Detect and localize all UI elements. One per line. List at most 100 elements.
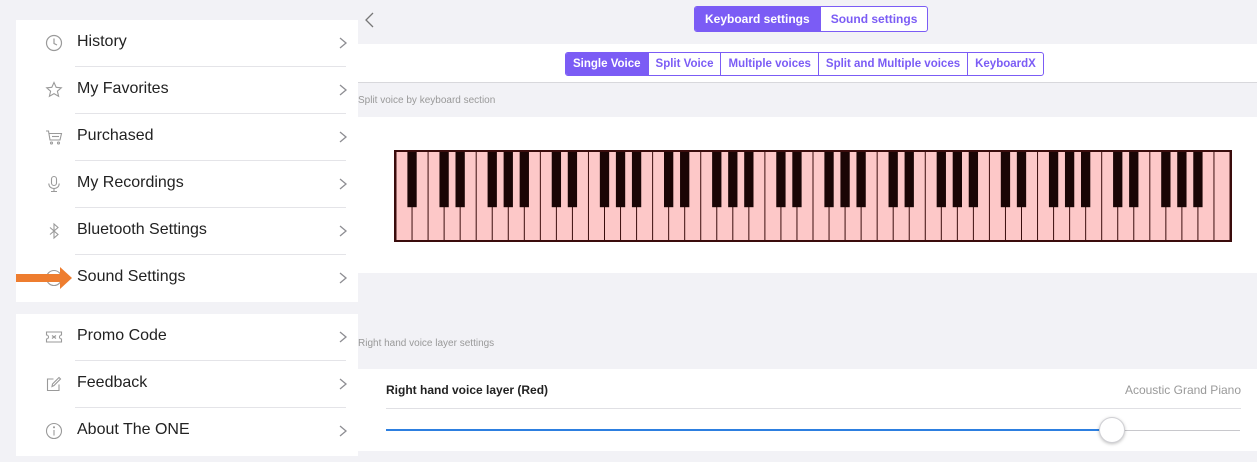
black-key[interactable] [824,152,834,208]
chevron-right-icon [338,268,348,288]
black-key[interactable] [856,152,866,208]
chevron-right-icon [338,174,348,194]
black-key[interactable] [1064,152,1075,208]
star-icon [44,80,64,100]
sidebar-item-label: Purchased [77,127,154,144]
black-key[interactable] [968,152,979,208]
black-key[interactable] [952,152,962,208]
black-key[interactable] [1129,152,1139,208]
black-key[interactable] [840,152,850,208]
edit-icon [44,374,64,394]
slider-fill [386,429,1112,431]
sidebar-item-favorites[interactable]: My Favorites [16,67,358,114]
black-key[interactable] [567,152,578,208]
black-key[interactable] [1177,152,1187,208]
black-key[interactable] [728,152,738,208]
tab-multiple-voices[interactable]: Multiple voices [720,53,817,75]
layer-section-caption: Right hand voice layer settings [358,338,495,349]
voice-mode-segmented-control: Single Voice Split Voice Multiple voices… [565,52,1044,76]
black-key[interactable] [599,152,610,208]
black-key[interactable] [455,152,465,208]
tab-keyboard-settings[interactable]: Keyboard settings [695,7,820,31]
black-key[interactable] [1016,152,1027,208]
settings-segmented-control: Keyboard settings Sound settings [694,6,929,32]
top-bar: Keyboard settings Sound settings [358,0,1257,44]
back-button[interactable] [363,10,377,30]
info-icon [44,421,64,441]
keyboard-panel [358,117,1257,273]
tab-single-voice[interactable]: Single Voice [566,53,648,75]
black-key[interactable] [664,152,674,208]
tab-sound-settings[interactable]: Sound settings [819,7,928,31]
black-key[interactable] [407,152,417,208]
black-key[interactable] [744,152,754,208]
chevron-right-icon [338,33,348,53]
sidebar-item-label: About The ONE [77,421,190,438]
black-key[interactable] [904,152,914,208]
tab-split-and-multiple-voices[interactable]: Split and Multiple voices [817,53,967,75]
sidebar-item-label: Feedback [77,374,148,391]
sidebar-item-feedback[interactable]: Feedback [16,361,358,408]
divider [386,408,1241,409]
black-key[interactable] [712,152,722,208]
app-window: History My Favorites Purchased My Record… [0,0,1257,462]
sidebar-item-label: My Recordings [77,174,184,191]
pointer-arrow-icon [16,267,72,289]
chevron-left-icon [365,12,374,28]
sidebar-item-label: History [77,33,127,50]
sidebar-group-main: History My Favorites Purchased My Record… [16,20,358,302]
black-key[interactable] [631,152,642,208]
black-key[interactable] [888,152,898,208]
sidebar-item-label: Sound Settings [77,268,186,285]
bluetooth-icon [44,221,64,241]
black-key[interactable] [519,152,529,208]
cart-icon [44,127,64,147]
black-key[interactable] [487,152,497,208]
black-key[interactable] [792,152,802,208]
sidebar-item-purchased[interactable]: Purchased [16,114,358,161]
black-key[interactable] [936,152,946,208]
sidebar-item-label: Bluetooth Settings [77,221,207,238]
black-key[interactable] [1000,152,1011,208]
ticket-icon [44,327,64,347]
black-key[interactable] [615,152,626,208]
black-key[interactable] [1048,152,1059,208]
chevron-right-icon [338,80,348,100]
clock-icon [44,33,64,53]
chevron-right-icon [338,421,348,441]
chevron-right-icon [338,221,348,241]
tab-split-voice[interactable]: Split Voice [647,53,721,75]
sidebar-item-label: Promo Code [77,327,167,344]
tab-keyboardx[interactable]: KeyboardX [967,53,1043,75]
voice-selector[interactable]: Acoustic Grand Piano [1125,383,1241,397]
sidebar: History My Favorites Purchased My Record… [0,0,358,462]
black-key[interactable] [1161,152,1171,208]
black-key[interactable] [1193,152,1203,208]
main-panel: Keyboard settings Sound settings Single … [358,0,1257,462]
sidebar-item-bluetooth[interactable]: Bluetooth Settings [16,208,358,255]
slider-thumb[interactable] [1098,417,1125,443]
sidebar-item-history[interactable]: History [16,20,358,67]
keyboard-section-caption: Split voice by keyboard section [358,95,496,106]
voice-mode-bar: Single Voice Split Voice Multiple voices… [358,44,1257,83]
black-key[interactable] [680,152,690,208]
microphone-icon [44,174,64,194]
black-key[interactable] [1113,152,1123,208]
piano-keyboard[interactable] [394,150,1232,242]
black-key[interactable] [1081,152,1091,208]
sidebar-item-promo-code[interactable]: Promo Code [16,314,358,361]
chevron-right-icon [338,327,348,347]
chevron-right-icon [338,127,348,147]
white-key[interactable] [1214,152,1230,240]
sidebar-item-label: My Favorites [77,80,169,97]
volume-slider[interactable] [386,416,1240,444]
black-key[interactable] [503,152,513,208]
sidebar-item-recordings[interactable]: My Recordings [16,161,358,208]
sidebar-item-about[interactable]: About The ONE [16,408,358,455]
layer-title: Right hand voice layer (Red) [386,383,549,397]
black-key[interactable] [439,152,449,208]
sidebar-group-secondary: Promo Code Feedback About The ONE [16,314,358,456]
black-key[interactable] [551,152,562,208]
chevron-right-icon [338,374,348,394]
black-key[interactable] [776,152,786,208]
